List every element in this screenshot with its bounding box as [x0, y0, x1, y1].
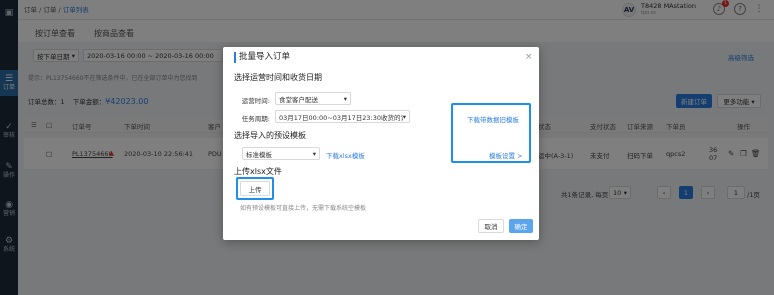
- upload-button[interactable]: 上传: [240, 181, 270, 196]
- template-value: 标准模板: [246, 150, 272, 159]
- chevron-down-icon: ▾: [402, 112, 406, 121]
- cycle-select[interactable]: 03月17日00:00~03月17日23:30收货的订单 ▾: [275, 110, 410, 123]
- section-op-time-title: 选择运营时间和收货日期: [234, 73, 322, 82]
- op-time-select[interactable]: 食堂客户配送 ▾: [275, 92, 351, 105]
- confirm-button[interactable]: 确定: [509, 219, 533, 233]
- upload-hint: 如有预设模板可直接上传，无需下载系统空模板: [240, 205, 367, 212]
- template-settings-link[interactable]: 模板设置 >: [489, 150, 523, 160]
- op-time-value: 食堂客户配送: [279, 95, 318, 104]
- cancel-button[interactable]: 取消: [478, 219, 504, 233]
- download-xlsx-template-link[interactable]: 下载xlsx模板: [326, 150, 365, 160]
- dialog-title: 批量导入订单: [234, 52, 290, 63]
- cycle-value: 03月17日00:00~03月17日23:30收货的订单: [279, 113, 403, 122]
- op-time-label: 运营时间:: [241, 97, 270, 105]
- download-old-template-link[interactable]: 下载带数据旧模板: [467, 114, 519, 124]
- close-icon[interactable]: ×: [525, 52, 533, 62]
- section-upload-title: 上传xlsx文件: [234, 167, 282, 176]
- cycle-label: 任务周期:: [241, 115, 270, 123]
- section-template-title: 选择导入的预设模板: [234, 131, 306, 140]
- chevron-down-icon: ▾: [343, 94, 347, 103]
- chevron-down-icon: ▾: [312, 149, 316, 158]
- template-select[interactable]: 标准模板 ▾: [242, 147, 320, 160]
